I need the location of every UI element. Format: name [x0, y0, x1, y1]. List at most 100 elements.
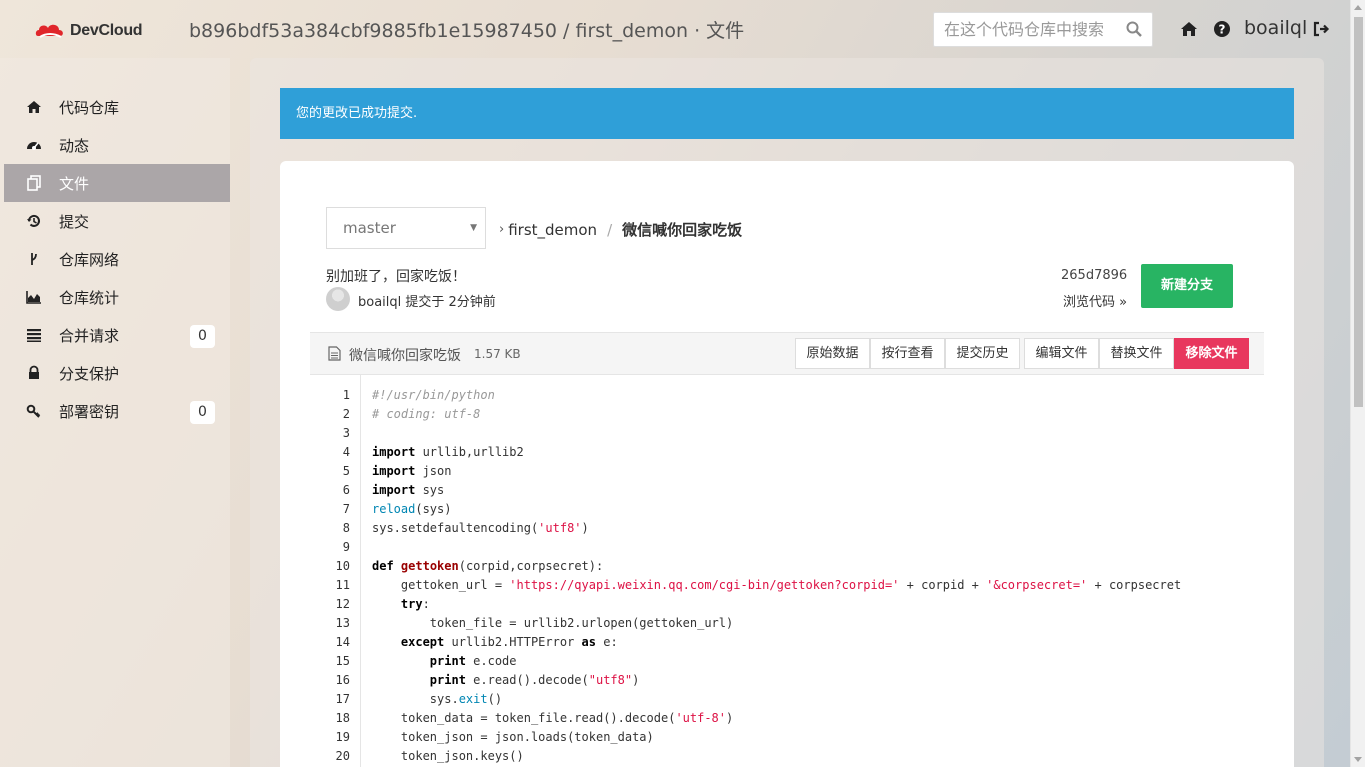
chevron-down-icon: ▼ — [470, 223, 477, 233]
scroll-up-icon[interactable] — [1354, 5, 1362, 10]
line-number[interactable]: 16 — [336, 673, 350, 687]
sidebar-item-label: 提交 — [59, 212, 90, 231]
file-text-icon — [328, 346, 341, 361]
avatar — [326, 287, 350, 311]
line-number[interactable]: 17 — [336, 692, 350, 706]
cloud-logo-icon — [35, 24, 63, 38]
file-size: 1.57 KB — [474, 347, 521, 361]
code-line: token_json.keys() — [372, 749, 524, 763]
code-line: sys.exit() — [372, 692, 503, 706]
edit-file-button[interactable]: 编辑文件 — [1024, 338, 1099, 369]
merge-list-icon — [27, 329, 41, 342]
line-number[interactable]: 8 — [343, 521, 350, 535]
sidebar-item-files[interactable]: 文件 — [4, 164, 230, 202]
code-line: sys.setdefaultencoding('utf8') — [372, 521, 589, 535]
devcloud-logo[interactable]: DevCloud — [34, 19, 143, 43]
browse-code-link[interactable]: 浏览代码 » — [1063, 291, 1127, 310]
sidebar-item-merge-requests[interactable]: 合并请求 0 — [4, 316, 230, 354]
sidebar-item-branch-protection[interactable]: 分支保护 — [4, 354, 230, 392]
line-numbers: 1 2 3 4 5 6 7 8 9 10 11 12 13 14 15 16 17 18 19 20 — [310, 375, 361, 767]
line-number[interactable]: 4 — [343, 445, 350, 459]
sidebar-item-label: 分支保护 — [59, 364, 120, 383]
dashboard-icon — [27, 142, 41, 150]
home-icon[interactable] — [1180, 20, 1198, 38]
code-line: # coding: utf-8 — [372, 407, 481, 421]
breadcrumb-root[interactable]: first_demon — [508, 221, 597, 239]
page-scrollbar[interactable] — [1350, 0, 1365, 767]
line-number[interactable]: 10 — [336, 559, 350, 573]
sign-out-icon[interactable] — [1312, 20, 1330, 38]
sidebar-item-label: 动态 — [59, 136, 90, 155]
key-icon — [26, 404, 41, 418]
sidebar-item-deploy-keys[interactable]: 部署密钥 0 — [4, 392, 230, 430]
sidebar: 代码仓库 动态 文件 提交 仓库网络 仓库统计 合并请求 0 分支保护 部署密钥… — [0, 58, 230, 767]
sidebar-item-label: 部署密钥 — [59, 402, 120, 421]
line-number[interactable]: 7 — [343, 502, 350, 516]
remove-file-button[interactable]: 移除文件 — [1174, 338, 1249, 369]
merge-requests-count-badge: 0 — [190, 325, 215, 348]
line-number[interactable]: 2 — [343, 407, 350, 421]
sidebar-item-label: 仓库网络 — [59, 250, 120, 269]
username[interactable]: boailql — [1244, 17, 1307, 39]
svg-text:?: ? — [1219, 23, 1226, 37]
breadcrumb-current: 微信喊你回家吃饭 — [622, 221, 743, 239]
line-number[interactable]: 12 — [336, 597, 350, 611]
scroll-down-icon[interactable] — [1354, 757, 1362, 762]
files-icon — [27, 175, 41, 191]
branch-network-icon — [31, 253, 37, 265]
lock-icon — [29, 365, 39, 379]
file-name: 微信喊你回家吃饭 — [349, 348, 461, 364]
code-line: import sys — [372, 483, 445, 497]
code-viewer: 1 2 3 4 5 6 7 8 9 10 11 12 13 14 15 16 17 18 19 20 #!/usr/b… — [310, 375, 1264, 767]
line-number[interactable]: 5 — [343, 464, 350, 478]
area-chart-icon — [26, 291, 41, 304]
new-branch-button[interactable]: 新建分支 — [1141, 264, 1233, 308]
commit-author: boailql 提交于 2分钟前 — [358, 295, 496, 310]
search-input[interactable] — [934, 13, 1114, 46]
brand-name: DevCloud — [70, 22, 143, 39]
replace-file-button[interactable]: 替换文件 — [1099, 338, 1174, 369]
line-number[interactable]: 20 — [336, 749, 350, 763]
line-number[interactable]: 11 — [336, 578, 350, 592]
success-alert: 您的更改已成功提交. — [280, 88, 1294, 139]
scroll-thumb[interactable] — [1354, 17, 1363, 407]
breadcrumb-separator: / — [607, 220, 613, 239]
line-number[interactable]: 14 — [336, 635, 350, 649]
line-number[interactable]: 18 — [336, 711, 350, 725]
sidebar-item-label: 文件 — [59, 174, 90, 193]
branch-select[interactable]: master ▼ — [326, 207, 486, 249]
code-line: def gettoken(corpid,corpsecret): — [372, 559, 604, 573]
history-icon — [27, 214, 40, 227]
line-number[interactable]: 9 — [343, 540, 350, 554]
deploy-keys-count-badge: 0 — [190, 401, 215, 424]
sidebar-item-label: 仓库统计 — [59, 288, 120, 307]
code-line: gettoken_url = 'https://qyapi.weixin.qq.… — [372, 578, 1182, 592]
code-line: import json — [372, 464, 452, 478]
help-icon[interactable]: ? — [1213, 20, 1231, 38]
code-line: #!/usr/bin/python — [372, 388, 495, 402]
sidebar-item-activity[interactable]: 动态 — [4, 126, 230, 164]
top-header: DevCloud b896bdf53a384cbf9885fb1e1598745… — [0, 0, 1350, 58]
commit-hash[interactable]: 265d7896 — [1061, 268, 1127, 283]
line-number[interactable]: 13 — [336, 616, 350, 630]
code-line: try: — [400, 597, 430, 611]
commit-message[interactable]: 别加班了，回家吃饭！ — [326, 266, 466, 286]
code-line: import urllib,urllib2 — [372, 445, 524, 459]
line-number[interactable]: 3 — [343, 426, 350, 440]
sidebar-item-commits[interactable]: 提交 — [4, 202, 230, 240]
sidebar-item-stats[interactable]: 仓库统计 — [4, 278, 230, 316]
line-number[interactable]: 15 — [336, 654, 350, 668]
line-number[interactable]: 1 — [343, 388, 350, 402]
history-button[interactable]: 提交历史 — [945, 338, 1020, 369]
raw-button[interactable]: 原始数据 — [795, 338, 870, 369]
line-number[interactable]: 19 — [336, 730, 350, 744]
file-header: 微信喊你回家吃饭 1.57 KB 原始数据 按行查看 提交历史 编辑文件 替换文… — [310, 332, 1264, 375]
search-box — [933, 12, 1153, 47]
search-icon[interactable] — [1126, 21, 1142, 37]
blame-button[interactable]: 按行查看 — [870, 338, 945, 369]
sidebar-item-repository[interactable]: 代码仓库 — [4, 88, 230, 126]
line-number[interactable]: 6 — [343, 483, 350, 497]
code-line: except urllib2.HTTPError as e: — [400, 635, 618, 649]
code-line: token_json = json.loads(token_data) — [372, 730, 654, 744]
sidebar-item-network[interactable]: 仓库网络 — [4, 240, 230, 278]
